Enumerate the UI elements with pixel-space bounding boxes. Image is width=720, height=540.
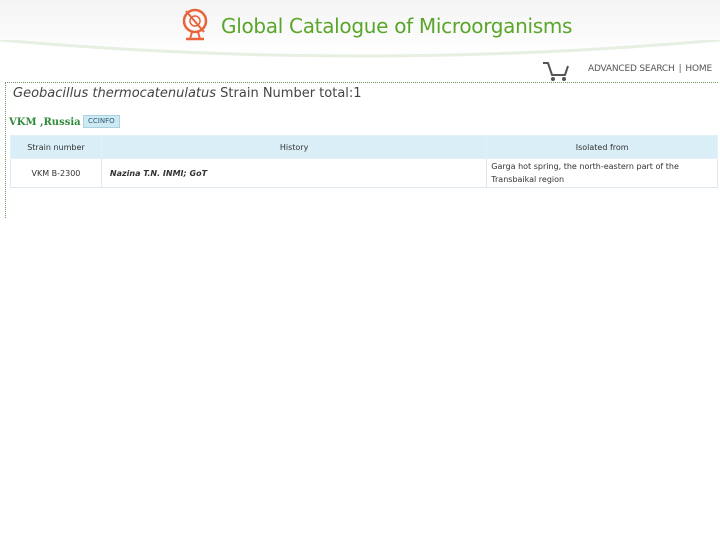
page-title: Geobacillus thermocatenulatus Strain Num… xyxy=(13,86,362,101)
column-header-strain-number: Strain number xyxy=(10,135,102,159)
header-decoration xyxy=(0,40,720,80)
home-link[interactable]: HOME xyxy=(685,64,712,74)
strain-number-cell[interactable]: VKM B-2300 xyxy=(10,158,102,188)
species-name: Geobacillus thermocatenulatus xyxy=(13,86,217,101)
column-header-isolated-from: Isolated from xyxy=(486,135,718,159)
nav-separator: | xyxy=(678,64,682,74)
strain-table: Strain number History Isolated from VKM … xyxy=(10,135,718,188)
advanced-search-link[interactable]: ADVANCED SEARCH xyxy=(588,64,675,74)
column-header-history: History xyxy=(100,135,488,159)
content-frame-border-left xyxy=(5,82,6,218)
table-row: VKM B-2300 Nazina T.N. INMI; GoT Garga h… xyxy=(10,158,718,188)
table-header-row: Strain number History Isolated from xyxy=(10,135,718,159)
shopping-cart-icon[interactable] xyxy=(541,60,571,82)
isolated-from-cell: Garga hot spring, the north-eastern part… xyxy=(486,158,718,188)
ccinfo-button[interactable]: CCINFO xyxy=(83,115,120,128)
history-cell: Nazina T.N. INMI; GoT xyxy=(100,158,488,188)
microbe-logo-icon xyxy=(182,8,208,41)
top-navigation: ADVANCED SEARCH | HOME xyxy=(588,64,712,74)
strain-total: Strain Number total:1 xyxy=(216,86,362,101)
content-frame-border xyxy=(5,82,718,83)
site-title: Global Catalogue of Microorganisms xyxy=(221,14,573,38)
collection-name: VKM ,Russia xyxy=(9,117,81,128)
